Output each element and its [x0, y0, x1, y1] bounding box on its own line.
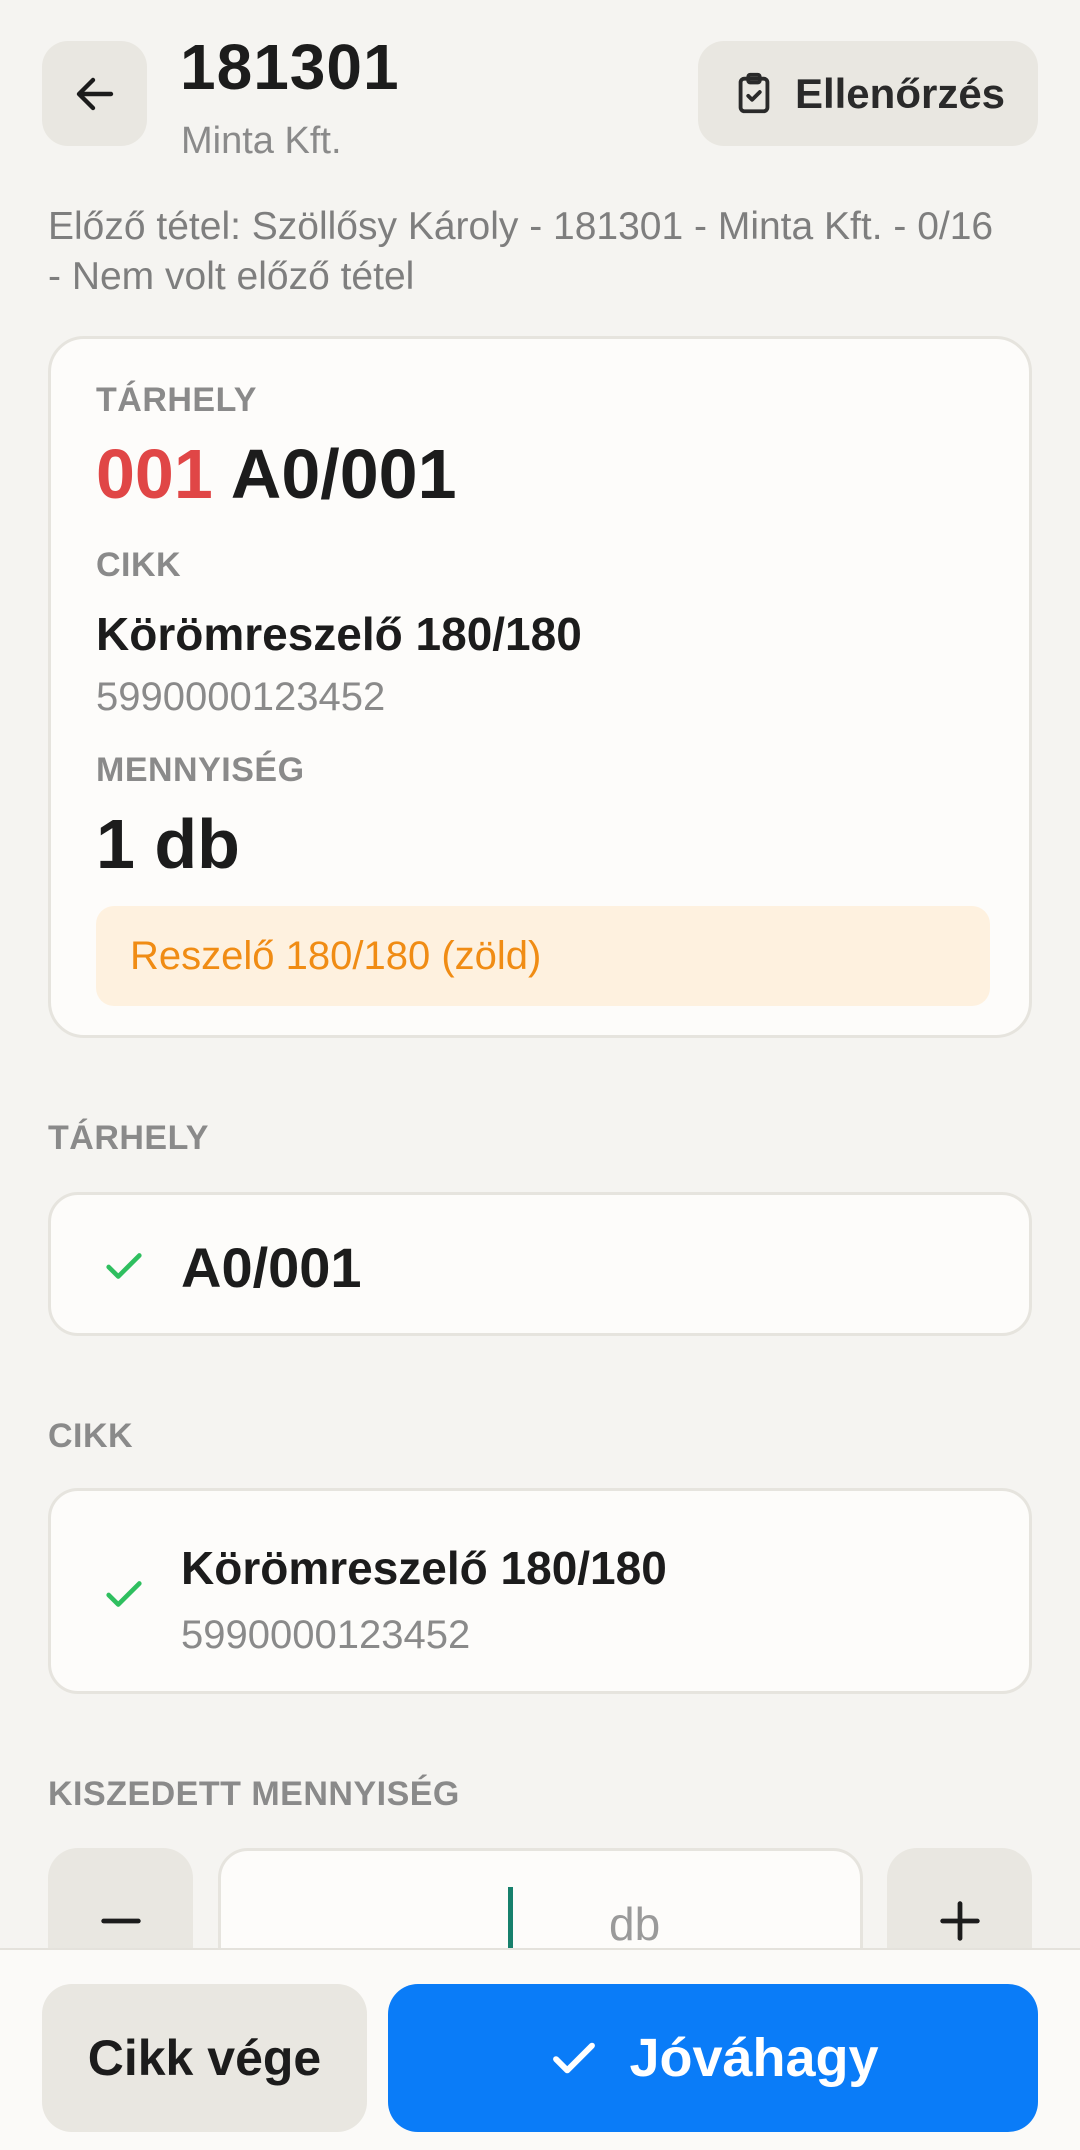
check-icon — [553, 2042, 596, 2074]
minus-icon — [100, 1918, 141, 1923]
location-field-value: A0/001 — [181, 1236, 362, 1299]
approve-button-label: Jóváhagy — [629, 2028, 879, 2088]
arrow-left-icon — [76, 77, 113, 110]
check-button-label: Ellenőrzés — [794, 69, 1006, 117]
task-card: TÁRHELY 001 A0/001 CIKK Körömreszelő 180/… — [48, 336, 1032, 1038]
location-code: 001 — [96, 435, 213, 513]
item-field-name: Körömreszelő 180/180 — [181, 1542, 667, 1594]
card-item-name: Körömreszelő 180/180 — [96, 608, 582, 660]
item-field[interactable]: Körömreszelő 180/180 5990000123452 — [48, 1488, 1032, 1694]
qty-unit: db — [609, 1898, 661, 1950]
card-location-label: TÁRHELY — [96, 381, 257, 419]
card-qty-value: 1 db — [96, 805, 240, 883]
location-section-label: TÁRHELY — [48, 1119, 209, 1157]
clipboard-check-icon — [738, 72, 770, 113]
approve-button[interactable]: Jóváhagy — [388, 1984, 1038, 2132]
check-button[interactable]: Ellenőrzés — [698, 41, 1038, 146]
page-title: 181301 — [180, 31, 400, 103]
location-field[interactable]: A0/001 — [48, 1192, 1032, 1336]
item-section-label: CIKK — [48, 1417, 134, 1455]
top-bar: 181301 Minta Kft. Ellenőrzés — [0, 0, 1080, 180]
page-subtitle: Minta Kft. — [181, 120, 342, 162]
card-item-label: CIKK — [96, 546, 182, 584]
back-button[interactable] — [42, 41, 147, 146]
bottom-action-bar: Cikk vége Jóváhagy — [0, 1948, 1080, 2150]
card-qty-label: MENNYISÉG — [96, 751, 305, 789]
previous-item-info: Előző tétel: Szöllősy Károly - 181301 - … — [48, 205, 994, 298]
end-item-button[interactable]: Cikk vége — [42, 1984, 367, 2132]
item-field-barcode: 5990000123452 — [181, 1613, 471, 1657]
card-location: 001 A0/001 — [96, 434, 457, 514]
check-icon — [106, 1581, 142, 1607]
picked-qty-label: KISZEDETT MENNYISÉG — [48, 1775, 460, 1813]
location-value: A0/001 — [230, 435, 457, 513]
check-icon — [106, 1253, 142, 1279]
card-item-barcode: 5990000123452 — [96, 675, 386, 719]
text-cursor — [508, 1887, 513, 1955]
plus-icon — [939, 1900, 980, 1941]
item-note: Reszelő 180/180 (zöld) — [96, 906, 990, 1006]
